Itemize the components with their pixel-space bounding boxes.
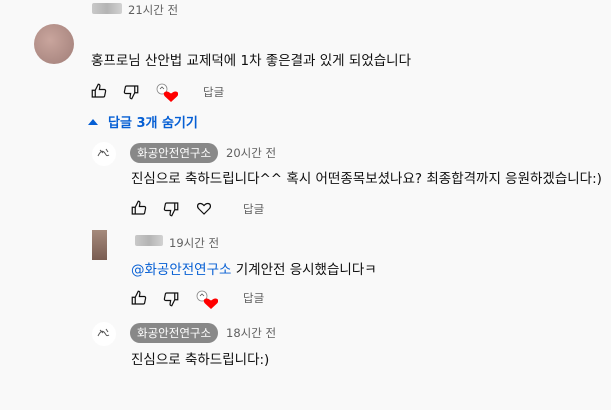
hide-replies-label: 답글 3개 숨기기 bbox=[108, 116, 198, 131]
reply-2-time[interactable]: 19시간 전 bbox=[169, 235, 219, 251]
creator-heart-icon bbox=[156, 83, 179, 103]
reply-1-text: 진심으로 축하드립니다^^ 혹시 어떤종목보셨나요? 최종합격까지 응원하겠습니… bbox=[131, 171, 602, 187]
reply-button[interactable]: 답글 bbox=[243, 201, 264, 217]
reply-2-body: 기계안전 응시했습니다ㅋ bbox=[231, 262, 377, 278]
reply-3-author-chip[interactable]: 화공안전연구소 bbox=[130, 323, 219, 343]
creator-heart-icon bbox=[196, 290, 219, 310]
reply-button[interactable]: 답글 bbox=[203, 84, 224, 100]
like-icon[interactable] bbox=[130, 289, 148, 307]
reply-1-avatar[interactable] bbox=[92, 142, 116, 166]
like-icon[interactable] bbox=[130, 199, 148, 217]
reply-2-author-name[interactable] bbox=[135, 235, 163, 246]
like-icon[interactable] bbox=[90, 82, 108, 100]
reply-3-text: 진심으로 축하드립니다:) bbox=[131, 352, 270, 368]
top-comment-author-name[interactable] bbox=[92, 3, 122, 14]
reply-2-avatar[interactable] bbox=[92, 230, 107, 260]
hide-replies-toggle[interactable]: 답글 3개 숨기기 bbox=[88, 112, 198, 131]
dislike-icon[interactable] bbox=[162, 290, 180, 308]
channel-logo-icon bbox=[93, 323, 115, 345]
reply-button[interactable]: 답글 bbox=[243, 290, 264, 306]
dislike-icon[interactable] bbox=[162, 200, 180, 218]
heart-outline-icon[interactable] bbox=[195, 199, 213, 217]
top-comment-avatar[interactable] bbox=[34, 24, 74, 64]
reply-1-time[interactable]: 20시간 전 bbox=[226, 145, 276, 161]
reply-1-author-chip[interactable]: 화공안전연구소 bbox=[130, 143, 219, 163]
reply-2-text: @화공안전연구소 기계안전 응시했습니다ㅋ bbox=[131, 258, 377, 278]
reply-3-time[interactable]: 18시간 전 bbox=[226, 325, 276, 341]
mention-link[interactable]: @화공안전연구소 bbox=[131, 262, 231, 278]
dislike-icon[interactable] bbox=[122, 83, 140, 101]
top-comment-text: 홍프로님 산안법 교제덕에 1차 좋은결과 있게 되었습니다 bbox=[91, 53, 411, 69]
top-comment-time[interactable]: 21시간 전 bbox=[128, 2, 178, 18]
channel-logo-icon bbox=[93, 143, 115, 165]
reply-3-avatar[interactable] bbox=[92, 322, 116, 346]
chevron-up-icon bbox=[88, 118, 98, 125]
